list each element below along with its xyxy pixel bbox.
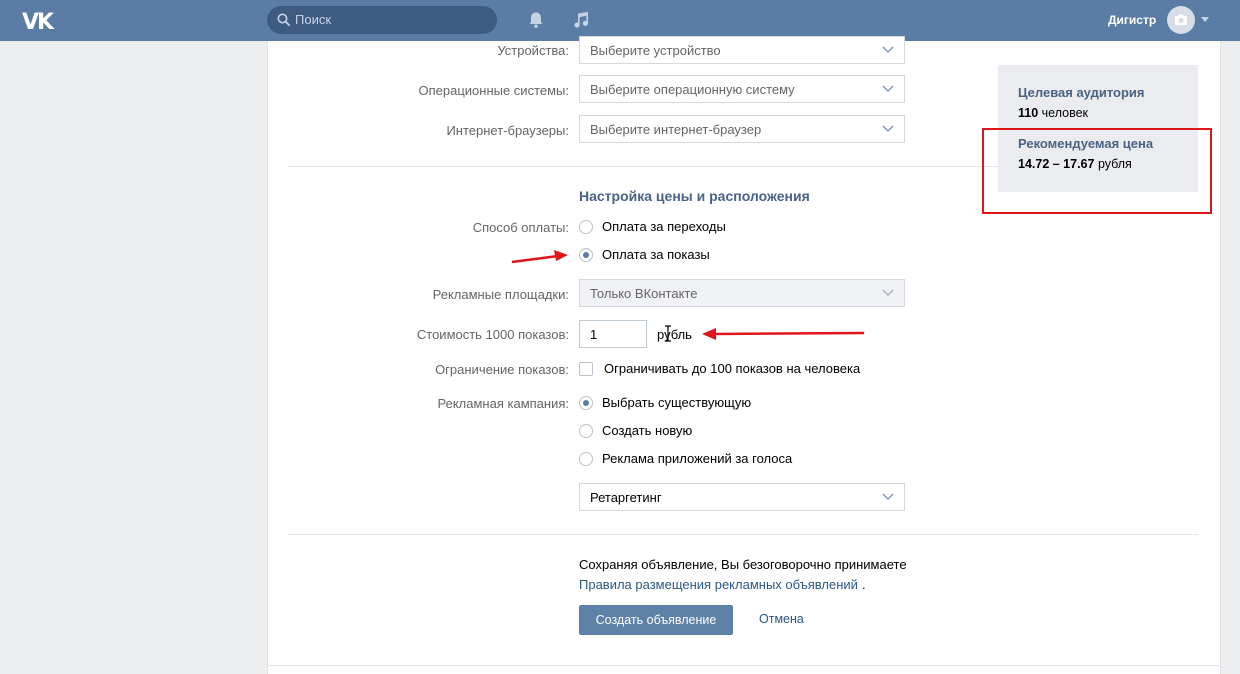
search-placeholder: Поиск [295,12,332,27]
cancel-button[interactable]: Отмена [759,612,804,626]
annotation-arrow-right [511,250,568,264]
agree-text: Сохраняя объявление, Вы безоговорочно пр… [579,557,907,572]
os-label: Операционные системы: [418,83,569,98]
chevron-down-icon [882,493,894,501]
campaign-select[interactable]: Ретаргетинг [579,483,905,511]
radio-pay-per-impression[interactable] [579,248,593,262]
radio-pay-per-click[interactable] [579,220,593,234]
payment-label: Способ оплаты: [472,220,569,235]
campaign-label: Рекламная кампания: [437,396,569,411]
vk-logo[interactable]: VK [22,10,54,35]
radio-app-votes[interactable] [579,452,593,466]
rules-dot: . [862,577,866,592]
browsers-value: Выберите интернет-браузер [590,122,762,137]
limit-text[interactable]: Ограничивать до 100 показов на человека [604,361,860,376]
option-app-votes[interactable]: Реклама приложений за голоса [602,451,792,466]
avatar[interactable] [1167,6,1195,34]
chevron-down-icon [882,125,894,133]
option-existing-campaign[interactable]: Выбрать существующую [602,395,751,410]
cost-value: 1 [590,327,598,342]
radio-new-campaign[interactable] [579,424,593,438]
os-value: Выберите операционную систему [590,82,795,97]
top-bar: VK Поиск Дигистр [0,0,1240,41]
audience-count: 110 [1018,106,1039,120]
cost-label: Стоимость 1000 показов: [416,327,569,342]
audience-title: Целевая аудитория [1018,85,1145,100]
camera-icon [1175,14,1187,25]
annotation-highlight-box [982,128,1212,214]
radio-existing-campaign[interactable] [579,396,593,410]
os-select[interactable]: Выберите операционную систему [579,75,905,103]
annotation-arrow-left [702,328,865,340]
chevron-down-icon [882,85,894,93]
audience-unit: человек [1041,106,1089,120]
text-cursor-icon [665,325,671,342]
divider [288,534,1198,535]
create-ad-button[interactable]: Создать объявление [579,605,733,635]
cost-input[interactable]: 1 [579,320,647,348]
bell-icon[interactable] [527,11,545,29]
search-icon [277,13,291,27]
devices-select[interactable]: Выберите устройство [579,36,905,64]
chevron-down-icon[interactable] [1201,17,1209,22]
platforms-value: Только ВКонтакте [590,286,698,301]
audience-value: 110 человек [1018,106,1088,120]
platforms-select[interactable]: Только ВКонтакте [579,279,905,307]
username[interactable]: Дигистр [1108,13,1156,27]
devices-label: Устройства: [497,43,569,58]
chevron-down-icon [882,46,894,54]
option-new-campaign[interactable]: Создать новую [602,423,692,438]
option-pay-per-impression[interactable]: Оплата за показы [602,247,710,262]
limit-checkbox[interactable] [579,362,593,376]
divider [267,665,1219,666]
limit-label: Ограничение показов: [435,362,569,377]
music-icon[interactable] [572,11,590,29]
section-title-pricing: Настройка цены и расположения [579,188,810,204]
campaign-value: Ретаргетинг [590,490,662,505]
search-input[interactable]: Поиск [267,6,497,34]
option-pay-per-click[interactable]: Оплата за переходы [602,219,726,234]
browsers-select[interactable]: Выберите интернет-браузер [579,115,905,143]
chevron-down-icon [882,289,894,297]
devices-value: Выберите устройство [590,43,721,58]
browsers-label: Интернет-браузеры: [446,123,569,138]
rules-link[interactable]: Правила размещения рекламных объявлений [579,577,858,592]
platforms-label: Рекламные площадки: [432,287,569,302]
